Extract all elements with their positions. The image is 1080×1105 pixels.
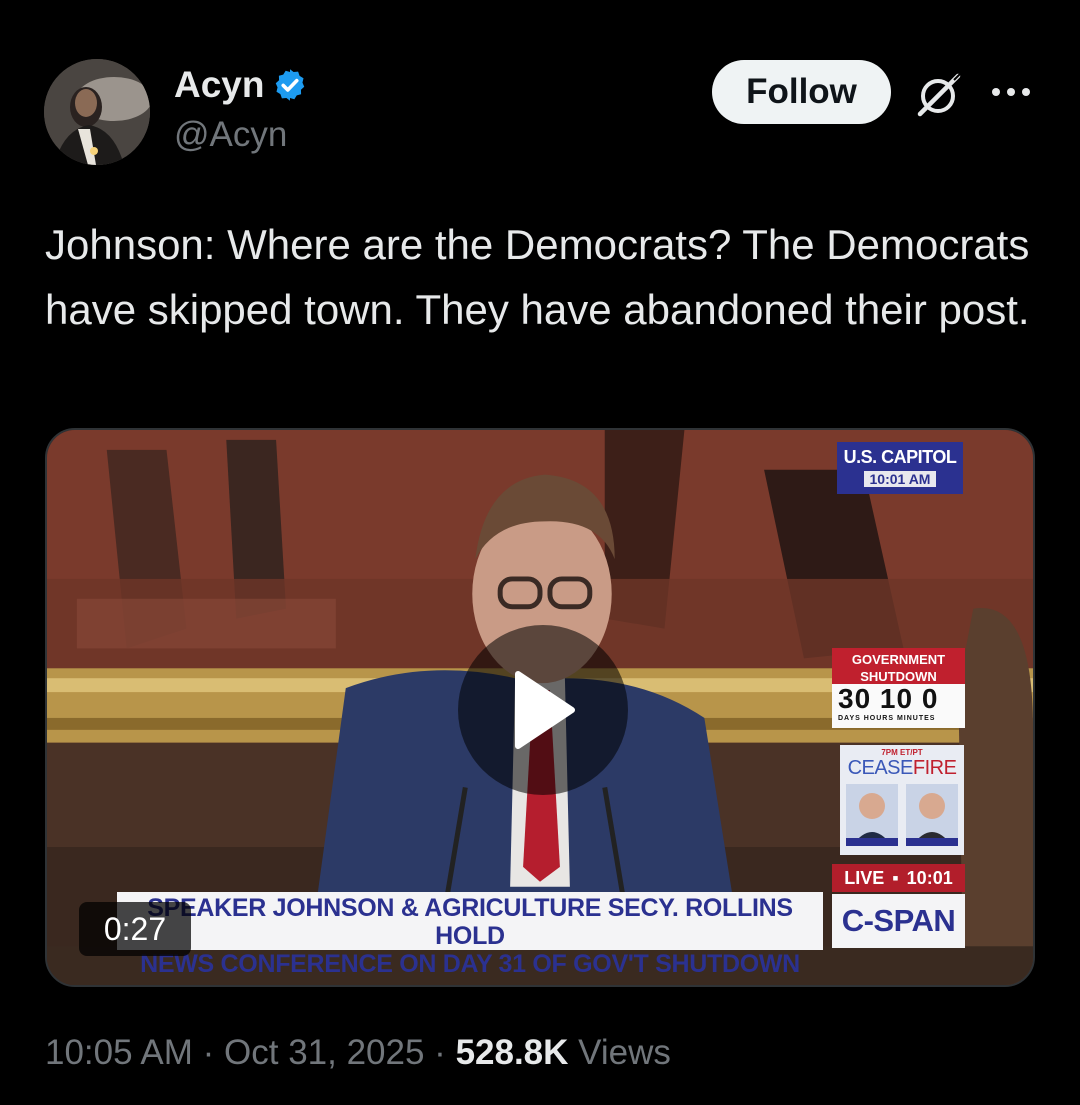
display-name[interactable]: Acyn: [174, 66, 264, 103]
play-button[interactable]: [458, 625, 628, 795]
views-count[interactable]: 528.8K: [456, 1033, 569, 1072]
verified-badge-icon: [276, 68, 305, 101]
shutdown-counter-value: 30 10 0: [838, 683, 939, 714]
shutdown-title: GOVERNMENT SHUTDOWN: [832, 648, 965, 688]
chyron: SPEAKER JOHNSON & AGRICULTURE SECY. ROLL…: [117, 892, 823, 978]
play-icon: [515, 671, 575, 749]
shutdown-counter: 30 10 0 DAYS HOURS MINUTES: [832, 684, 965, 728]
handle[interactable]: @Acyn: [174, 117, 287, 152]
video-duration: 0:27: [79, 902, 191, 956]
show-title: CEASEFIRE: [840, 757, 964, 780]
location-bug: U.S. CAPITOL 10:01 AM: [837, 442, 963, 494]
chyron-line-1: SPEAKER JOHNSON & AGRICULTURE SECY. ROLL…: [147, 894, 793, 950]
avatar[interactable]: [44, 59, 150, 165]
grok-icon[interactable]: [914, 70, 964, 118]
show-schedule: 7PM ET/PT: [881, 748, 923, 757]
show-guests-image: [846, 784, 958, 846]
live-dot-icon: ▪: [892, 867, 899, 888]
show-title-a: CEASE: [847, 757, 914, 779]
show-title-b: FIRE: [912, 757, 957, 779]
author-name-row: Acyn: [174, 66, 308, 103]
tweet-meta: 10:05 AM · Oct 31, 2025 · 528.8K Views: [45, 1035, 671, 1070]
show-promo: 7PM ET/PT CEASEFIRE: [840, 745, 964, 855]
tweet-date[interactable]: Oct 31, 2025: [224, 1033, 424, 1072]
more-icon[interactable]: [990, 80, 1032, 104]
tweet-time[interactable]: 10:05 AM: [45, 1033, 193, 1072]
views-label: Views: [578, 1033, 671, 1072]
tweet-text: Johnson: Where are the Democrats? The De…: [45, 221, 1030, 333]
meta-separator: ·: [202, 1033, 215, 1072]
location-label: U.S. CAPITOL: [843, 447, 957, 467]
live-label: LIVE: [844, 867, 885, 888]
shutdown-counter-units: DAYS HOURS MINUTES: [838, 715, 936, 722]
meta-separator: ·: [434, 1033, 446, 1072]
chyron-line-2: NEWS CONFERENCE ON DAY 31 OF GOV'T SHUTD…: [140, 950, 800, 978]
live-bug: LIVE ▪ 10:01: [832, 864, 965, 892]
video-player[interactable]: U.S. CAPITOL 10:01 AM GOVERNMENT SHUTDOW…: [45, 428, 1035, 987]
network-logo: C-SPAN: [832, 894, 965, 948]
location-time: 10:01 AM: [863, 471, 937, 487]
live-time: 10:01: [906, 867, 953, 888]
follow-button[interactable]: Follow: [712, 60, 891, 124]
